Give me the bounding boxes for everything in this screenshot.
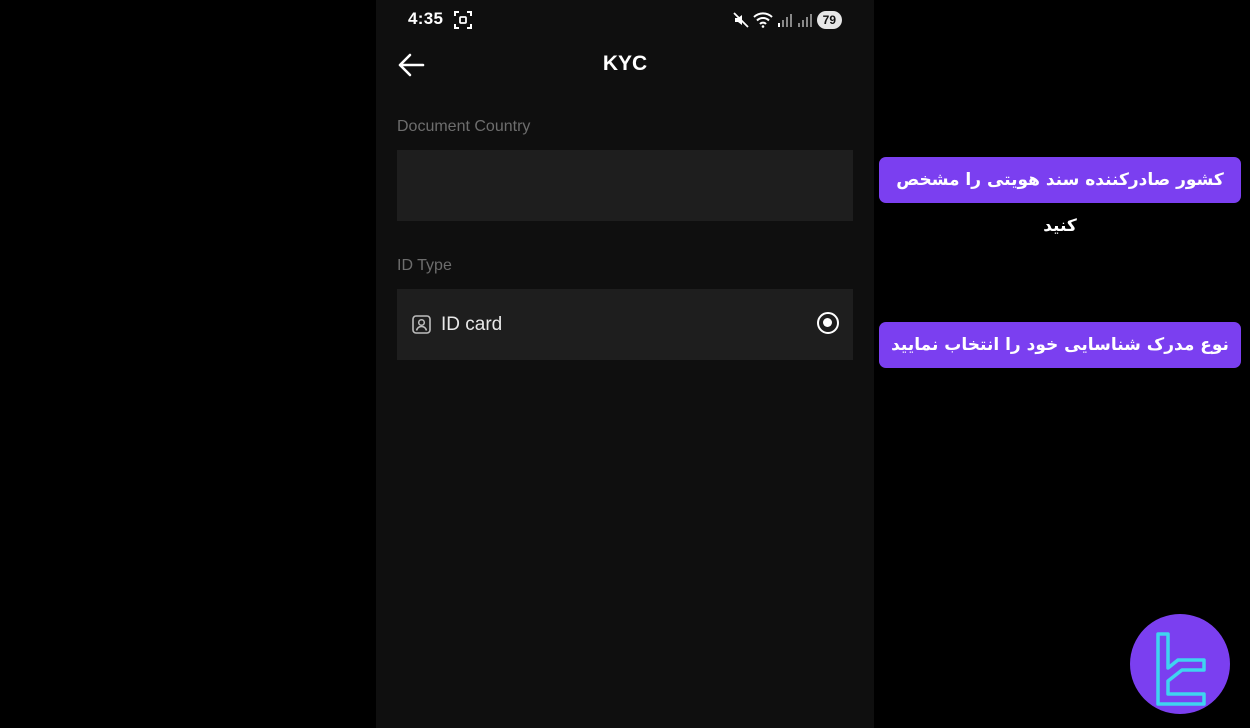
document-country-label: Document Country	[397, 118, 531, 135]
document-country-input[interactable]	[397, 150, 853, 221]
page-title: KYC	[602, 52, 648, 75]
signal-icon	[777, 14, 792, 27]
callout-document-country: کشور صادرکننده سند هویتی را مشخص کنید	[879, 157, 1241, 236]
status-icons: 79	[733, 9, 842, 31]
id-card-radio[interactable]	[817, 312, 839, 334]
brand-logo	[1130, 614, 1230, 714]
signal-icon	[797, 14, 812, 27]
wifi-icon	[752, 12, 773, 28]
mute-icon	[733, 12, 749, 28]
id-badge-icon	[412, 315, 431, 334]
id-type-option-label: ID card	[441, 314, 503, 335]
radio-selected-dot	[823, 318, 832, 327]
app-header: KYC	[376, 40, 874, 90]
battery-indicator: 79	[816, 11, 842, 29]
screenshot-icon	[454, 11, 472, 29]
logo-icon	[1156, 632, 1206, 706]
id-type-option-id-card[interactable]: ID card	[397, 289, 853, 360]
id-type-label: ID Type	[397, 257, 452, 274]
callout-id-type: نوع مدرک شناسایی خود را انتخاب نمایید	[879, 322, 1241, 368]
phone-screen: 4:35 79 KYC Document Country ID Type ID …	[376, 0, 874, 728]
status-time: 4:35	[408, 9, 444, 28]
status-bar: 4:35 79	[376, 0, 874, 40]
